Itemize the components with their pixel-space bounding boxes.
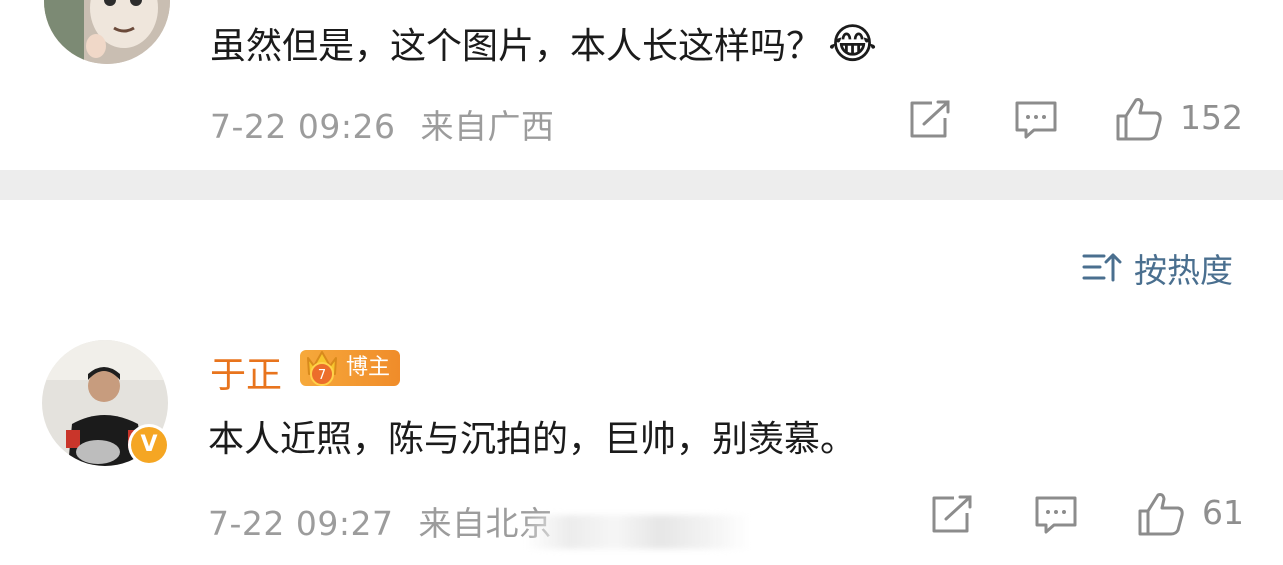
comment-2-reply-button[interactable]: [1034, 495, 1078, 535]
watermark-blur: [525, 515, 750, 549]
verified-v-icon: V: [131, 427, 167, 463]
thumbs-up-icon: [1116, 98, 1162, 141]
comment-icon: [1035, 496, 1077, 534]
verified-badge: V: [128, 424, 170, 466]
comment-2-username[interactable]: 于正: [210, 346, 282, 398]
comment-1-text: 虽然但是，这个图片，本人长这样吗？ 😂: [210, 19, 878, 68]
sort-label: 按热度: [1134, 251, 1233, 290]
comment-2-time: 7-22 09:27: [208, 504, 394, 543]
comment-1-time: 7-22 09:26: [210, 107, 396, 146]
comment-2-like-count: 61: [1202, 493, 1244, 532]
comment-1-avatar[interactable]: [44, 0, 170, 64]
section-divider: [0, 170, 1283, 200]
sort-icon: [1082, 253, 1122, 282]
blogger-badge: 7 博主: [300, 350, 401, 386]
comment-2-share-button[interactable]: [930, 495, 974, 535]
comment-2-text: 本人近照，陈与沉拍的，巨帅，别羡慕。: [208, 419, 857, 460]
comment-1-share-button[interactable]: [908, 100, 952, 140]
laughing-emoji-icon: 😂: [828, 19, 878, 68]
comment-1-like-count: 152: [1180, 98, 1243, 137]
crown-icon: 7: [307, 351, 337, 386]
cartoon-avatar-icon: [44, 0, 170, 64]
comment-2-meta: 7-22 09:27 来自北京: [208, 497, 553, 545]
comment-2-like-button[interactable]: 61: [1136, 491, 1246, 537]
share-icon: [932, 495, 972, 533]
comment-1-reply-button[interactable]: [1014, 100, 1058, 140]
svg-text:7: 7: [318, 368, 326, 383]
comment-1-location: 来自广西: [420, 107, 555, 146]
comment-icon: [1015, 101, 1057, 139]
comment-1-like-button[interactable]: 152: [1114, 96, 1244, 142]
share-icon: [910, 100, 950, 138]
comment-1-meta: 7-22 09:26 来自广西: [210, 100, 555, 148]
thumbs-up-icon: [1138, 493, 1184, 536]
sort-by-hot-button[interactable]: 按热度: [1082, 244, 1252, 290]
badge-label: 博主: [346, 355, 391, 380]
